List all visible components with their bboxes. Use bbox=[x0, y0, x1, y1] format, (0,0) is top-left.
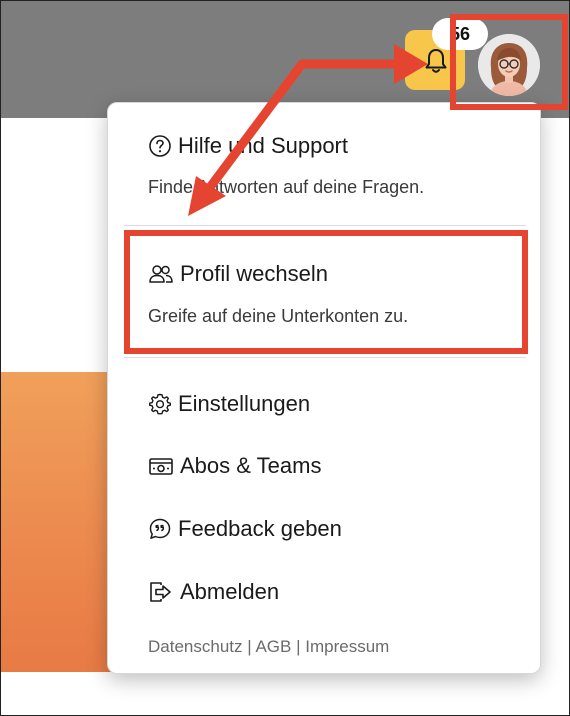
notification-count-badge: 56 bbox=[432, 18, 488, 50]
profile-dropdown-menu: Hilfe und Support Finde Antworten auf de… bbox=[107, 102, 541, 674]
banknote-icon bbox=[149, 458, 173, 475]
privacy-link[interactable]: Datenschutz bbox=[148, 637, 243, 656]
menu-item-switch-profile-description: Greife auf deine Unterkonten zu. bbox=[148, 306, 409, 326]
menu-item-switch-profile-label: Profil wechseln bbox=[180, 261, 328, 286]
quote-bubble-icon bbox=[149, 518, 171, 539]
menu-item-settings-label: Einstellungen bbox=[178, 391, 311, 416]
menu-divider bbox=[124, 225, 526, 226]
menu-item-switch-profile[interactable]: Profil wechseln bbox=[148, 261, 328, 287]
menu-item-subscriptions-label: Abos & Teams bbox=[180, 453, 322, 478]
terms-link[interactable]: AGB bbox=[255, 637, 291, 656]
menu-divider bbox=[124, 357, 526, 358]
menu-item-help-label: Hilfe und Support bbox=[178, 133, 348, 158]
bell-icon bbox=[425, 49, 447, 73]
gear-icon bbox=[149, 393, 171, 415]
menu-item-logout[interactable]: Abmelden bbox=[148, 579, 279, 605]
menu-item-help[interactable]: Hilfe und Support bbox=[148, 133, 348, 159]
menu-item-logout-label: Abmelden bbox=[180, 579, 280, 604]
footer-separator: | bbox=[247, 637, 252, 656]
imprint-link[interactable]: Impressum bbox=[305, 637, 389, 656]
question-circle-icon bbox=[149, 135, 171, 157]
menu-item-settings[interactable]: Einstellungen bbox=[148, 391, 310, 417]
avatar[interactable] bbox=[478, 34, 540, 96]
menu-footer-links: Datenschutz | AGB | Impressum bbox=[148, 637, 389, 657]
menu-item-feedback[interactable]: Feedback geben bbox=[148, 516, 342, 542]
menu-item-subscriptions[interactable]: Abos & Teams bbox=[148, 453, 321, 479]
logout-icon bbox=[150, 582, 171, 602]
avatar-user-icon bbox=[478, 34, 540, 96]
footer-separator: | bbox=[296, 637, 301, 656]
menu-item-feedback-label: Feedback geben bbox=[178, 516, 342, 541]
users-icon bbox=[149, 265, 173, 283]
menu-item-help-description: Finde Antworten auf deine Fragen. bbox=[148, 177, 425, 197]
